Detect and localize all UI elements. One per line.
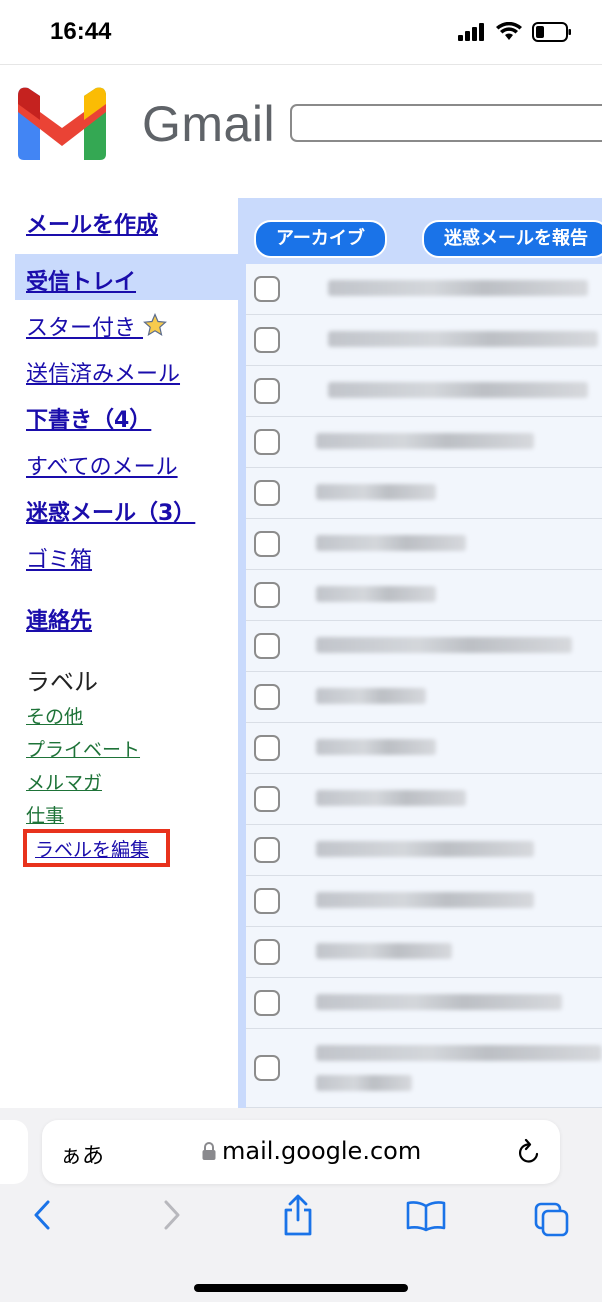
message-row[interactable] [246, 468, 602, 519]
message-row[interactable] [246, 825, 602, 876]
row-checkbox[interactable] [254, 276, 280, 302]
blurred-message-preview [316, 688, 426, 704]
sidebar-item-starred[interactable]: スター付き [26, 310, 167, 342]
sidebar-item-drafts[interactable]: 下書き（4） [26, 402, 151, 434]
message-row[interactable] [246, 927, 602, 978]
compose-link[interactable]: メールを作成 [26, 207, 158, 239]
row-checkbox[interactable] [254, 1055, 280, 1081]
status-icons [458, 22, 572, 42]
blurred-message-preview [328, 280, 588, 296]
row-checkbox[interactable] [254, 429, 280, 455]
message-row[interactable] [246, 978, 602, 1029]
message-row[interactable] [246, 621, 602, 672]
blurred-message-preview [316, 586, 436, 602]
report-spam-button[interactable]: 迷惑メールを報告 [422, 220, 602, 258]
blurred-message-preview [316, 1045, 602, 1061]
message-row[interactable] [246, 417, 602, 468]
message-row[interactable] [246, 1029, 602, 1108]
row-checkbox[interactable] [254, 582, 280, 608]
row-checkbox[interactable] [254, 480, 280, 506]
sidebar-item-inbox[interactable]: 受信トレイ [26, 264, 136, 296]
row-checkbox[interactable] [254, 633, 280, 659]
forward-icon[interactable] [160, 1198, 184, 1232]
message-row[interactable] [246, 315, 602, 366]
url-text: mail.google.com [222, 1137, 422, 1165]
tabs-icon[interactable] [534, 1202, 570, 1238]
message-row[interactable] [246, 264, 602, 315]
message-row[interactable] [246, 570, 602, 621]
url-display[interactable]: mail.google.com [202, 1137, 421, 1165]
row-checkbox[interactable] [254, 990, 280, 1016]
reload-icon[interactable] [516, 1138, 542, 1166]
label-link-other[interactable]: その他 [26, 702, 83, 729]
sidebar-item-all-mail[interactable]: すべてのメール [26, 449, 178, 481]
gmail-logo-icon[interactable] [18, 86, 106, 160]
message-row[interactable] [246, 366, 602, 417]
blurred-message-preview [316, 790, 466, 806]
label-link-work[interactable]: 仕事 [26, 801, 64, 828]
row-checkbox[interactable] [254, 939, 280, 965]
text-size-button[interactable]: ぁあ [60, 1138, 104, 1170]
blurred-message-preview [316, 433, 534, 449]
cellular-signal-icon [458, 23, 484, 41]
sidebar-item-sent[interactable]: 送信済みメール [26, 356, 180, 388]
wifi-icon [496, 22, 522, 40]
share-icon[interactable] [282, 1194, 314, 1236]
gmail-wordmark: Gmail [142, 96, 276, 152]
bookmarks-icon[interactable] [406, 1200, 446, 1232]
blurred-message-preview [316, 637, 572, 653]
blurred-message-preview [316, 1075, 412, 1091]
blurred-message-preview [316, 535, 466, 551]
row-checkbox[interactable] [254, 684, 280, 710]
blurred-message-preview [316, 739, 436, 755]
battery-icon [532, 22, 571, 42]
message-list-panel: アーカイブ 迷惑メールを報告 [238, 198, 602, 1110]
sidebar-item-spam[interactable]: 迷惑メール（3） [26, 495, 195, 527]
blurred-message-preview [328, 382, 588, 398]
row-checkbox[interactable] [254, 378, 280, 404]
address-bar[interactable]: ぁあ mail.google.com [42, 1120, 560, 1184]
sidebar-item-trash[interactable]: ゴミ箱 [26, 542, 92, 574]
search-input[interactable] [290, 104, 602, 142]
blurred-message-preview [316, 484, 436, 500]
row-checkbox[interactable] [254, 837, 280, 863]
message-row[interactable] [246, 876, 602, 927]
lock-icon [202, 1142, 216, 1160]
row-checkbox[interactable] [254, 735, 280, 761]
label-link-private[interactable]: プライベート [26, 735, 140, 762]
message-row[interactable] [246, 723, 602, 774]
row-checkbox[interactable] [254, 888, 280, 914]
previous-tab-preview[interactable] [0, 1120, 28, 1184]
labels-heading: ラベル [26, 668, 98, 696]
sidebar-item-label: スター付き [26, 316, 137, 341]
edit-labels-link[interactable]: ラベルを編集 [35, 835, 149, 862]
header-divider [0, 64, 602, 65]
blurred-message-preview [316, 841, 534, 857]
message-rows [246, 264, 602, 1110]
blurred-message-preview [316, 994, 562, 1010]
status-time: 16:44 [50, 18, 112, 45]
message-row[interactable] [246, 774, 602, 825]
message-row[interactable] [246, 672, 602, 723]
blurred-message-preview [316, 892, 534, 908]
row-checkbox[interactable] [254, 327, 280, 353]
message-row[interactable] [246, 519, 602, 570]
label-link-newsletter[interactable]: メルマガ [26, 768, 102, 795]
row-checkbox[interactable] [254, 531, 280, 557]
archive-button[interactable]: アーカイブ [254, 220, 387, 258]
blurred-message-preview [316, 943, 452, 959]
home-indicator [194, 1284, 408, 1292]
blurred-message-preview [328, 331, 598, 347]
sidebar-item-contacts[interactable]: 連絡先 [26, 603, 92, 635]
star-icon [143, 312, 167, 337]
status-bar: 16:44 [0, 0, 602, 64]
row-checkbox[interactable] [254, 786, 280, 812]
browser-toolbar: ぁあ mail.google.com [0, 1108, 602, 1302]
back-icon[interactable] [30, 1198, 54, 1232]
